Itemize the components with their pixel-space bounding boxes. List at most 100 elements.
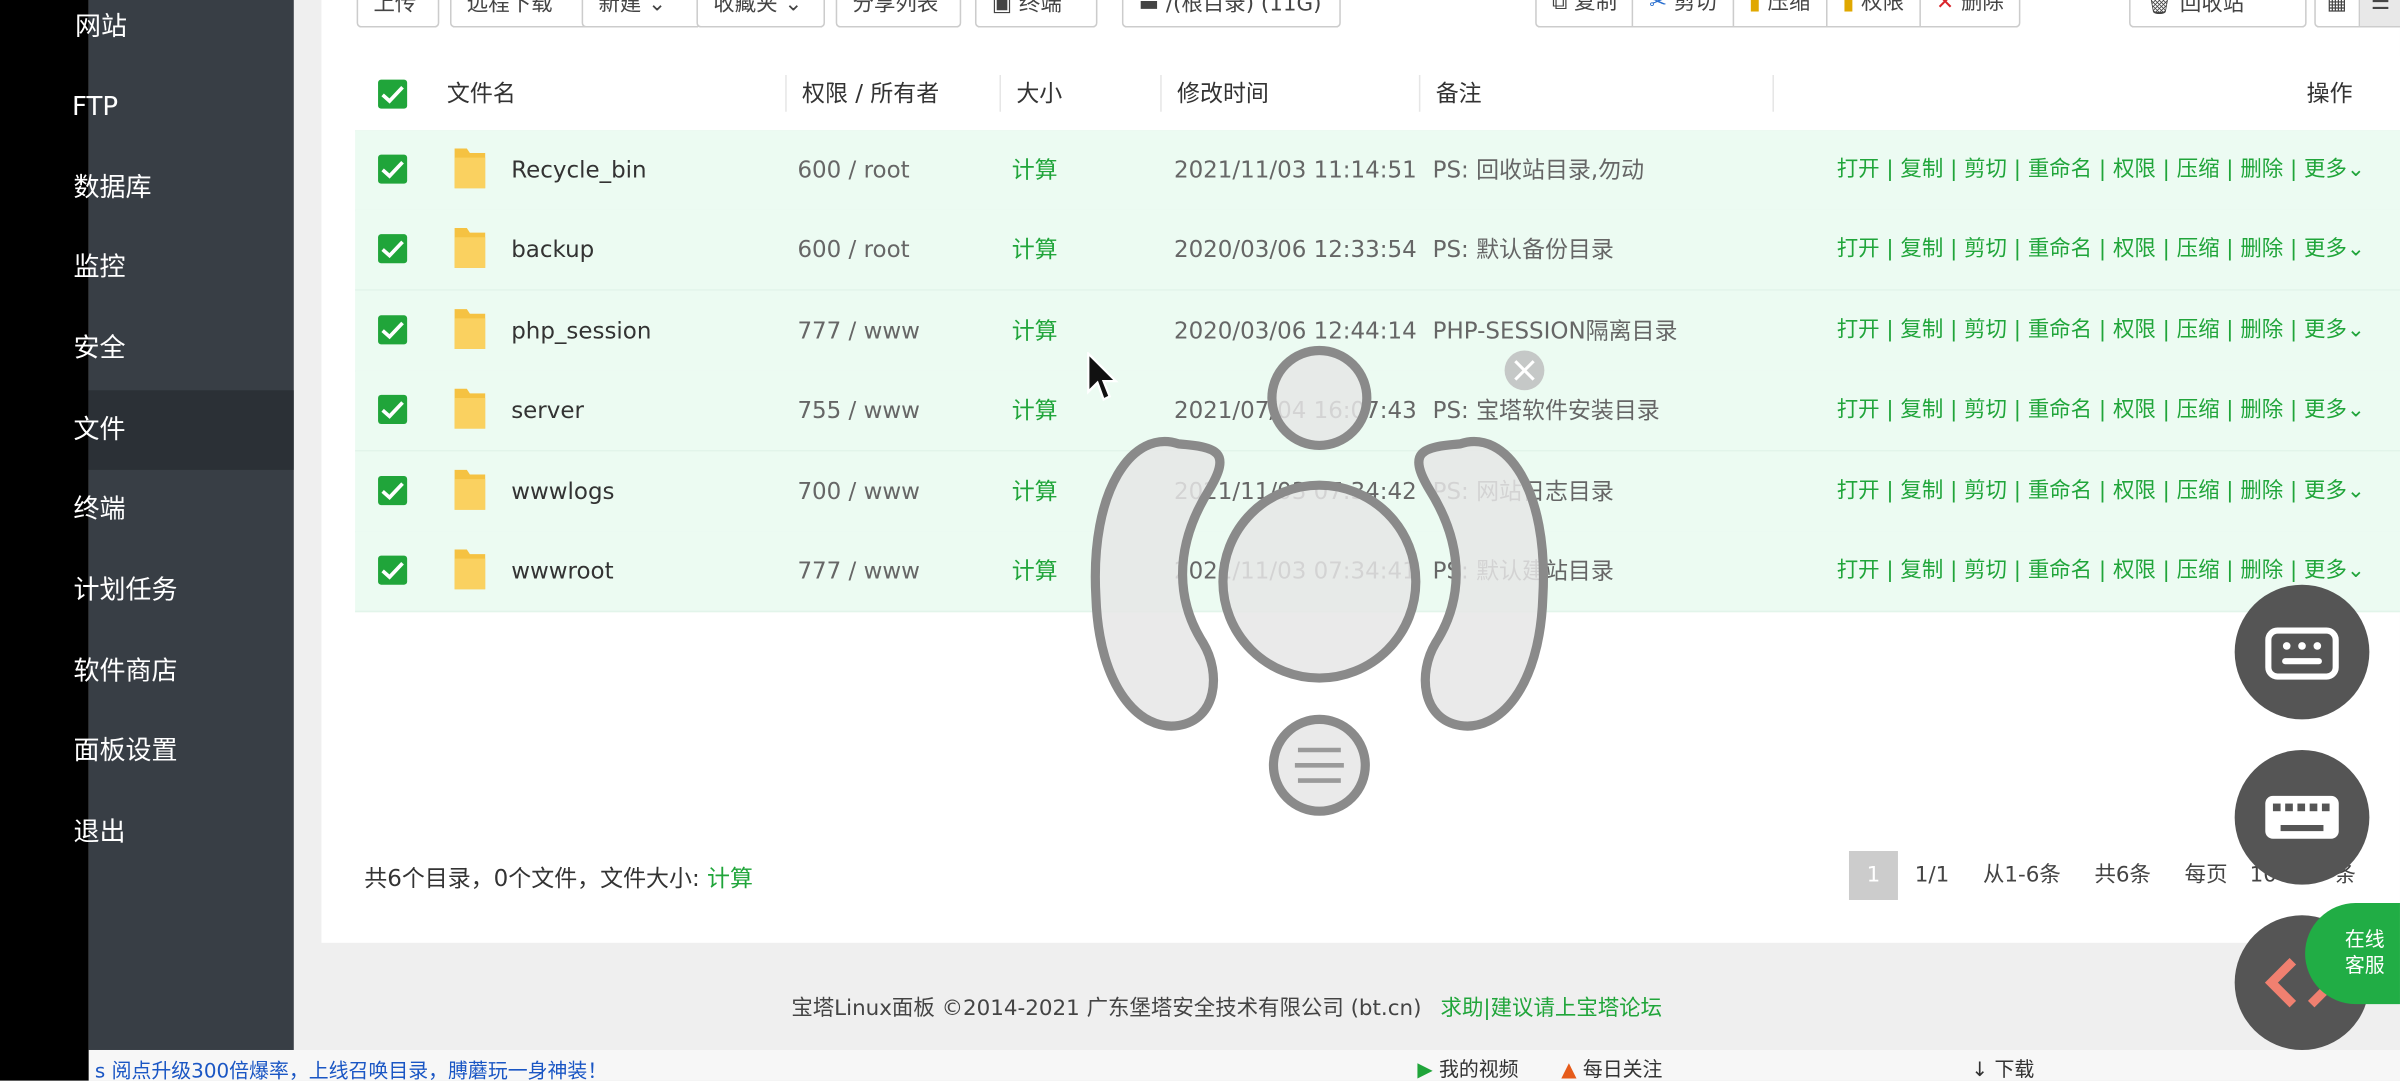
my-video-button[interactable]: ▶ 我的视频 — [1417, 1053, 1518, 1080]
file-permission[interactable]: 600 / root — [797, 210, 909, 290]
calc-size-link[interactable]: 计算 — [1012, 291, 1058, 371]
table-row[interactable]: backup 600 / root 计算 2020/03/06 12:33:54… — [355, 209, 2400, 291]
sidebar-item-database[interactable]: 数据库 — [73, 148, 294, 228]
file-note[interactable]: PS: 默认备份目录 — [1433, 210, 1614, 290]
delete-button[interactable]: ✕ 删除 — [1921, 0, 2019, 26]
col-name[interactable]: 文件名 — [447, 57, 516, 130]
file-note[interactable]: PS: 回收站目录,勿动 — [1433, 130, 1644, 210]
compress-button[interactable]: ▮ 压缩 — [1734, 0, 1828, 27]
folder-icon — [454, 309, 486, 349]
favorites-button[interactable]: 收藏夹 ⌄ — [696, 0, 825, 28]
calc-size-link[interactable]: 计算 — [1012, 130, 1058, 210]
file-note[interactable]: PHP-SESSION隔离目录 — [1433, 291, 1678, 371]
row-actions[interactable]: 打开 | 复制 | 剪切 | 重命名 | 权限 | 压缩 | 删除 | 更多⌄ — [1837, 452, 2365, 532]
file-note[interactable]: PS: 网站日志目录 — [1433, 452, 1614, 532]
file-permission[interactable]: 777 / www — [797, 291, 919, 371]
upload-button[interactable]: 上传 — [356, 0, 440, 28]
calc-size-link[interactable]: 计算 — [1012, 452, 1058, 532]
calc-size-link[interactable]: 计算 — [1012, 370, 1058, 450]
table-row[interactable]: wwwlogs 700 / www 计算 2021/11/03 07:34:42… — [355, 451, 2400, 533]
sidebar-item-store[interactable]: 软件商店 — [73, 632, 294, 712]
sidebar-item-monitor[interactable]: 监控 — [73, 228, 294, 308]
calc-size-link[interactable]: 计算 — [1012, 210, 1058, 290]
row-checkbox[interactable] — [378, 555, 408, 585]
row-actions-text: 打开 | 复制 | 剪切 | 重命名 | 权限 | 压缩 | 删除 | 更多 — [1836, 157, 2347, 183]
row-checkbox[interactable] — [378, 234, 408, 264]
sidebar-item-logout[interactable]: 退出 — [73, 793, 294, 873]
sidebar-item-security[interactable]: 安全 — [73, 309, 294, 389]
sidebar-item-cron[interactable]: 计划任务 — [73, 551, 294, 631]
select-all-checkbox[interactable] — [378, 79, 408, 109]
file-mtime: 2021/11/03 11:14:51 — [1173, 156, 1417, 184]
table-row[interactable]: wwwroot 777 / www 计算 2021/11/03 07:34:41… — [355, 531, 2400, 613]
page-total: 共6条 — [2094, 863, 2151, 888]
file-permission[interactable]: 600 / root — [797, 130, 909, 210]
remote-download-button[interactable]: 远程下载 — [449, 0, 588, 28]
row-checkbox[interactable] — [378, 476, 408, 506]
list-view-icon[interactable]: ☰ — [2359, 0, 2400, 27]
terminal-button[interactable]: ▣ 终端 — [974, 0, 1098, 28]
download-button[interactable]: ↓ 下载 — [1971, 1053, 2034, 1080]
row-checkbox[interactable] — [378, 394, 408, 424]
row-actions[interactable]: 打开 | 复制 | 剪切 | 重命名 | 权限 | 压缩 | 删除 | 更多⌄ — [1837, 130, 2365, 210]
col-size[interactable]: 大小 — [1016, 57, 1062, 130]
file-name-link[interactable]: wwwlogs — [511, 452, 614, 532]
permissions-button[interactable]: ▮ 权限 — [1827, 0, 1921, 27]
chevron-down-icon: ⌄ — [2346, 157, 2365, 183]
file-name-link[interactable]: php_session — [511, 291, 651, 371]
file-name-link[interactable]: Recycle_bin — [511, 130, 646, 210]
daily-label: 每日关注 — [1582, 1059, 1663, 1081]
forum-link[interactable]: 求助|建议请上宝塔论坛 — [1441, 996, 1663, 1020]
ad-ticker[interactable]: s 阅点升级300倍爆率，上线召唤目录，膊蘑玩一身神装！ — [95, 1055, 607, 1081]
permissions-button-label: 权限 — [1861, 0, 1905, 16]
keyboard-icon — [2265, 795, 2339, 839]
page-count: 1/1 — [1914, 863, 1950, 888]
col-mtime[interactable]: 修改时间 — [1177, 57, 1269, 130]
file-name-link[interactable]: wwwroot — [511, 531, 613, 611]
online-service-button[interactable]: 在线客服 — [2305, 903, 2400, 1005]
file-permission[interactable]: 777 / www — [797, 531, 919, 611]
page-current[interactable]: 1 — [1848, 851, 1898, 900]
file-name-link[interactable]: backup — [511, 210, 594, 290]
daily-button[interactable]: ▲ 每日关注 — [1561, 1053, 1663, 1081]
row-checkbox[interactable] — [378, 154, 408, 184]
sidebar-item-label: FTP — [71, 91, 119, 123]
file-permission[interactable]: 755 / www — [797, 370, 919, 450]
chevron-down-icon: ⌄ — [2346, 558, 2365, 584]
sidebar-item-settings[interactable]: 面板设置 — [73, 712, 294, 792]
file-note[interactable]: PS: 宝塔软件安装目录 — [1433, 370, 1660, 450]
chevron-down-icon: ⌄ — [2346, 318, 2365, 343]
file-name-link[interactable]: server — [511, 370, 584, 450]
col-perm[interactable]: 权限 / 所有者 — [802, 57, 939, 130]
gamepad-keys-fab[interactable] — [2234, 584, 2370, 720]
sidebar-item-terminal[interactable]: 终端 — [73, 470, 294, 550]
table-row[interactable]: Recycle_bin 600 / root 计算 2021/11/03 11:… — [355, 130, 2400, 212]
sidebar-item-files[interactable]: 文件 — [73, 390, 294, 470]
calc-size-link[interactable]: 计算 — [1012, 531, 1058, 611]
favorites-button-label: 收藏夹 — [713, 0, 778, 17]
disk-button[interactable]: ▬ /(根目录) (11G) — [1121, 0, 1341, 28]
calc-size-link[interactable]: 计算 — [707, 865, 753, 893]
file-permission[interactable]: 700 / www — [797, 452, 919, 532]
row-actions[interactable]: 打开 | 复制 | 剪切 | 重命名 | 权限 | 压缩 | 删除 | 更多⌄ — [1837, 210, 2365, 290]
keyboard-fab[interactable] — [2234, 749, 2370, 885]
share-list-button[interactable]: 分享列表 — [835, 0, 962, 28]
table-row[interactable]: server 755 / www 计算 2021/07/04 16:07:43 … — [355, 370, 2400, 452]
cut-button[interactable]: ✂ 剪切 — [1634, 0, 1734, 27]
recycle-bin-button[interactable]: 🗑 回收站 — [2129, 0, 2307, 28]
row-actions-text: 打开 | 复制 | 剪切 | 重命名 | 权限 | 压缩 | 删除 | 更多 — [1836, 479, 2347, 504]
file-note[interactable]: PS: 默认建站目录 — [1433, 531, 1614, 611]
sidebar-item-ftp[interactable]: FTP — [72, 67, 294, 147]
sidebar-item-label: 数据库 — [73, 172, 152, 204]
sidebar-item-website[interactable]: 网站 — [75, 0, 294, 67]
row-actions[interactable]: 打开 | 复制 | 剪切 | 重命名 | 权限 | 压缩 | 删除 | 更多⌄ — [1837, 291, 2365, 371]
copy-button[interactable]: ⧉ 复制 — [1537, 0, 1634, 27]
grid-view-icon[interactable]: ▦ — [2316, 0, 2360, 27]
page-range: 从1-6条 — [1982, 863, 2061, 888]
sidebar-item-label: 面板设置 — [73, 736, 178, 767]
row-actions[interactable]: 打开 | 复制 | 剪切 | 重命名 | 权限 | 压缩 | 删除 | 更多⌄ — [1837, 370, 2365, 450]
file-mtime: 2021/11/03 07:34:41 — [1173, 557, 1417, 585]
table-row[interactable]: php_session 777 / www 计算 2020/03/06 12:4… — [355, 290, 2400, 372]
row-checkbox[interactable] — [378, 315, 408, 345]
new-button[interactable]: 新建 ⌄ — [581, 0, 702, 28]
